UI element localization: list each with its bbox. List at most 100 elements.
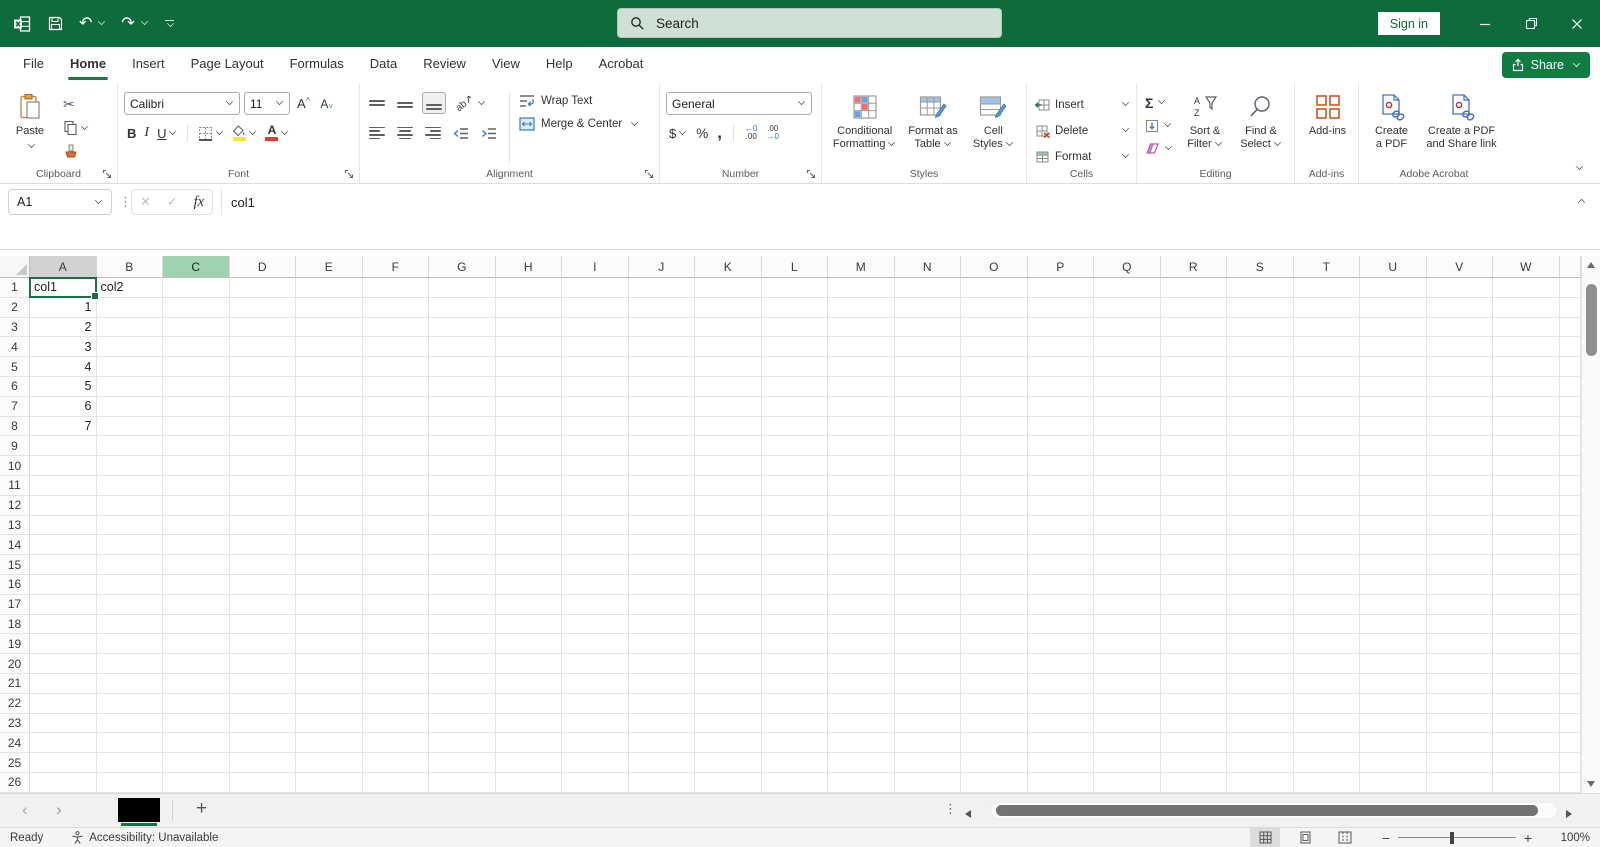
cell-D1[interactable] (230, 278, 297, 298)
column-header-H[interactable]: H (496, 256, 563, 278)
page-break-preview-button[interactable] (1330, 828, 1360, 847)
cell-partial[interactable] (1560, 555, 1582, 575)
cell-W14[interactable] (1493, 535, 1560, 555)
cell-S9[interactable] (1227, 436, 1294, 456)
format-as-table-button[interactable]: Format as Table (902, 90, 964, 165)
cell-S22[interactable] (1227, 694, 1294, 714)
cell-H9[interactable] (496, 436, 563, 456)
cell-T19[interactable] (1294, 634, 1361, 654)
cell-partial[interactable] (1560, 357, 1582, 377)
cell-A23[interactable] (30, 714, 97, 734)
cell-R7[interactable] (1161, 397, 1228, 417)
cell-R19[interactable] (1161, 634, 1228, 654)
cell-L22[interactable] (762, 694, 829, 714)
cell-W10[interactable] (1493, 456, 1560, 476)
copy-button[interactable] (60, 117, 92, 139)
cell-Q9[interactable] (1094, 436, 1161, 456)
cell-S10[interactable] (1227, 456, 1294, 476)
cell-Q1[interactable] (1094, 278, 1161, 298)
cell-R13[interactable] (1161, 516, 1228, 536)
cell-B20[interactable] (97, 654, 164, 674)
cell-K16[interactable] (695, 575, 762, 595)
cell-C20[interactable] (163, 654, 230, 674)
cell-P9[interactable] (1028, 436, 1095, 456)
cell-K14[interactable] (695, 535, 762, 555)
cell-W12[interactable] (1493, 496, 1560, 516)
cell-H20[interactable] (496, 654, 563, 674)
cell-H3[interactable] (496, 318, 563, 338)
cell-H10[interactable] (496, 456, 563, 476)
cell-J8[interactable] (629, 417, 696, 437)
cell-A26[interactable] (30, 773, 97, 793)
cell-Q11[interactable] (1094, 476, 1161, 496)
cell-Q25[interactable] (1094, 753, 1161, 773)
cell-C22[interactable] (163, 694, 230, 714)
cell-R25[interactable] (1161, 753, 1228, 773)
cell-P3[interactable] (1028, 318, 1095, 338)
restore-button[interactable] (1508, 0, 1554, 47)
cell-I9[interactable] (562, 436, 629, 456)
cell-E10[interactable] (296, 456, 363, 476)
cell-F3[interactable] (363, 318, 430, 338)
select-all-button[interactable] (0, 256, 30, 278)
cell-U14[interactable] (1360, 535, 1427, 555)
cell-R18[interactable] (1161, 615, 1228, 635)
cell-S25[interactable] (1227, 753, 1294, 773)
cell-U6[interactable] (1360, 377, 1427, 397)
decrease-indent-button[interactable] (450, 122, 472, 144)
cell-Q24[interactable] (1094, 733, 1161, 753)
cell-U20[interactable] (1360, 654, 1427, 674)
cell-N8[interactable] (895, 417, 962, 437)
collapse-ribbon-button[interactable] (1573, 157, 1584, 175)
cell-A5[interactable]: 4 (30, 357, 97, 377)
cell-N26[interactable] (895, 773, 962, 793)
cell-W11[interactable] (1493, 476, 1560, 496)
cell-D14[interactable] (230, 535, 297, 555)
cell-K3[interactable] (695, 318, 762, 338)
tab-view[interactable]: View (479, 47, 533, 83)
cell-E24[interactable] (296, 733, 363, 753)
cell-G21[interactable] (429, 674, 496, 694)
cell-T18[interactable] (1294, 615, 1361, 635)
cell-T20[interactable] (1294, 654, 1361, 674)
cell-U5[interactable] (1360, 357, 1427, 377)
cell-R11[interactable] (1161, 476, 1228, 496)
customize-quick-access-button[interactable] (164, 20, 175, 28)
cell-J3[interactable] (629, 318, 696, 338)
cell-O14[interactable] (961, 535, 1028, 555)
cell-M12[interactable] (828, 496, 895, 516)
cell-partial[interactable] (1560, 318, 1582, 338)
cell-L8[interactable] (762, 417, 829, 437)
cell-F14[interactable] (363, 535, 430, 555)
cell-D13[interactable] (230, 516, 297, 536)
cell-N21[interactable] (895, 674, 962, 694)
sort-filter-button[interactable]: AZ Sort & Filter (1179, 90, 1231, 165)
cell-L17[interactable] (762, 595, 829, 615)
row-header-22[interactable]: 22 (0, 694, 30, 714)
cell-G14[interactable] (429, 535, 496, 555)
cell-M18[interactable] (828, 615, 895, 635)
cell-L21[interactable] (762, 674, 829, 694)
create-pdf-share-link-button[interactable]: Create a PDF and Share link (1419, 90, 1505, 165)
cell-L4[interactable] (762, 337, 829, 357)
cell-O1[interactable] (961, 278, 1028, 298)
cell-L23[interactable] (762, 714, 829, 734)
orientation-button[interactable]: ab↗ (452, 92, 489, 114)
row-header-11[interactable]: 11 (0, 476, 30, 496)
cell-S26[interactable] (1227, 773, 1294, 793)
cell-A2[interactable]: 1 (30, 298, 97, 318)
cell-W13[interactable] (1493, 516, 1560, 536)
cell-E26[interactable] (296, 773, 363, 793)
scroll-right-button[interactable] (1566, 805, 1572, 823)
cell-N23[interactable] (895, 714, 962, 734)
cell-M21[interactable] (828, 674, 895, 694)
cell-T26[interactable] (1294, 773, 1361, 793)
cell-F4[interactable] (363, 337, 430, 357)
cell-I5[interactable] (562, 357, 629, 377)
cell-B4[interactable] (97, 337, 164, 357)
cell-P22[interactable] (1028, 694, 1095, 714)
cell-E11[interactable] (296, 476, 363, 496)
cell-D21[interactable] (230, 674, 297, 694)
cell-P11[interactable] (1028, 476, 1095, 496)
cell-J21[interactable] (629, 674, 696, 694)
